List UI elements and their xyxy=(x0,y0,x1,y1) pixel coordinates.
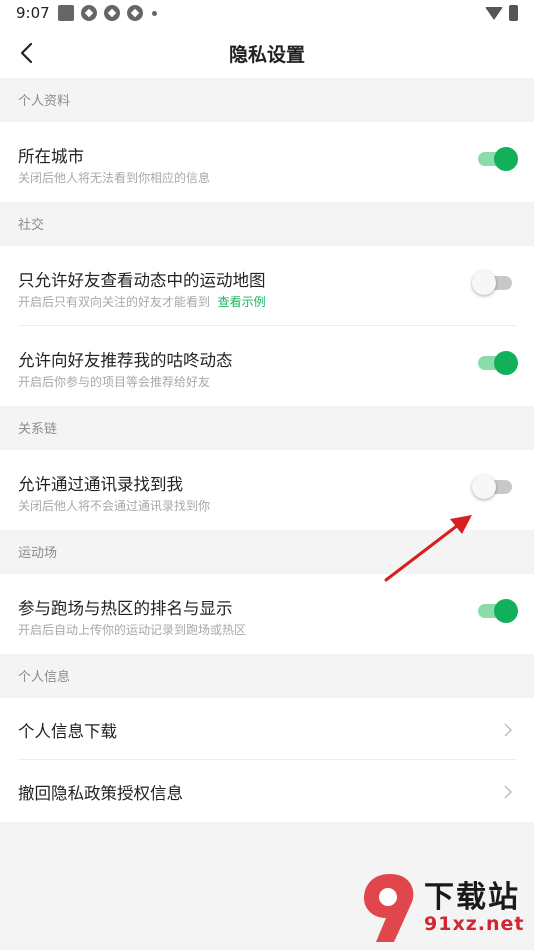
site-watermark: 下载站 91xz.net xyxy=(360,868,530,948)
battery-icon xyxy=(509,5,518,21)
setting-title: 所在城市 xyxy=(18,147,84,166)
watermark-text: 下载站 xyxy=(424,880,520,915)
sport-map-friends-only-toggle[interactable] xyxy=(472,271,512,295)
chevron-right-icon xyxy=(502,722,514,737)
section-header-social: 社交 xyxy=(0,202,534,246)
notification-icons xyxy=(58,5,157,21)
toggle-knob xyxy=(494,599,518,623)
more-notifications-dot-icon xyxy=(152,10,157,16)
notification-app-icon xyxy=(104,5,120,21)
notification-app-icon xyxy=(81,5,97,21)
toggle-knob xyxy=(494,351,518,375)
status-time: 9:07 xyxy=(16,4,50,22)
notification-app-icon xyxy=(127,5,143,21)
setting-title: 参与跑场与热区的排名与显示 xyxy=(18,599,233,618)
system-icons xyxy=(485,5,518,21)
toggle-knob xyxy=(472,271,496,295)
notification-square-icon xyxy=(58,5,74,21)
setting-subtitle-text: 开启后只有双向关注的好友才能看到 xyxy=(18,295,211,309)
setting-row-download-info[interactable]: 个人信息下载 xyxy=(0,698,534,760)
city-visibility-toggle[interactable] xyxy=(478,147,518,171)
section-header-relations: 关系链 xyxy=(0,406,534,450)
setting-row-contacts: 允许通过通讯录找到我 关闭后他人将不会通过通讯录找到你 xyxy=(0,450,534,530)
setting-title: 个人信息下载 xyxy=(18,722,117,741)
setting-subtitle: 开启后只有双向关注的好友才能看到 查看示例 xyxy=(18,293,266,310)
setting-row-sport-map: 只允许好友查看动态中的运动地图 开启后只有双向关注的好友才能看到 查看示例 xyxy=(0,246,534,326)
setting-title: 只允许好友查看动态中的运动地图 xyxy=(18,271,266,290)
toggle-knob xyxy=(472,475,496,499)
setting-subtitle: 关闭后他人将无法看到你相应的信息 xyxy=(18,171,211,185)
recommend-to-friends-toggle[interactable] xyxy=(478,351,518,375)
page-title: 隐私设置 xyxy=(228,44,305,66)
watermark-logo-icon xyxy=(364,874,414,942)
setting-row-city: 所在城市 关闭后他人将无法看到你相应的信息 xyxy=(0,122,534,202)
find-by-contacts-toggle[interactable] xyxy=(472,475,512,499)
setting-title: 允许向好友推荐我的咕咚动态 xyxy=(18,351,233,370)
toggle-knob xyxy=(494,147,518,171)
section-header-sports-field: 运动场 xyxy=(0,530,534,574)
setting-title: 允许通过通讯录找到我 xyxy=(18,475,183,494)
view-example-link[interactable]: 查看示例 xyxy=(218,295,266,309)
setting-row-ranking: 参与跑场与热区的排名与显示 开启后自动上传你的运动记录到跑场或热区 xyxy=(0,574,534,654)
section-header-profile: 个人资料 xyxy=(0,78,534,122)
watermark-url: 91xz.net xyxy=(424,913,525,935)
section-header-personal-info: 个人信息 xyxy=(0,654,534,698)
chevron-right-icon xyxy=(502,784,514,799)
ranking-display-toggle[interactable] xyxy=(478,599,518,623)
status-bar: 9:07 xyxy=(0,0,534,28)
setting-title: 撤回隐私政策授权信息 xyxy=(18,784,183,803)
wifi-icon xyxy=(485,6,503,20)
setting-subtitle: 开启后自动上传你的运动记录到跑场或热区 xyxy=(18,623,247,637)
app-header: 隐私设置 xyxy=(0,28,534,78)
setting-subtitle: 开启后你参与的项目等会推荐给好友 xyxy=(18,375,211,389)
setting-row-revoke-authorization[interactable]: 撤回隐私政策授权信息 xyxy=(0,760,534,822)
setting-row-recommend: 允许向好友推荐我的咕咚动态 开启后你参与的项目等会推荐给好友 xyxy=(0,326,534,406)
setting-subtitle: 关闭后他人将不会通过通讯录找到你 xyxy=(18,499,211,513)
